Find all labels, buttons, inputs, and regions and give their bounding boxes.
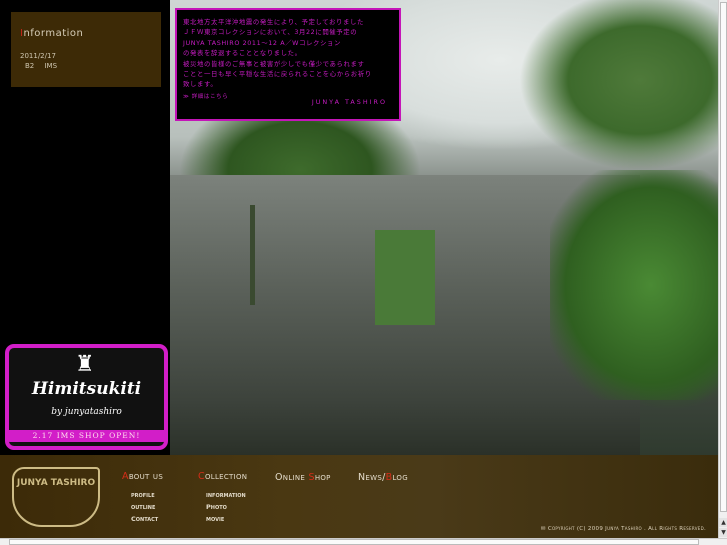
footer-nav: JUNYA TASHIRO About us profile outline C… — [0, 455, 718, 538]
nav-contact[interactable]: Contact — [131, 515, 158, 523]
tree-foliage — [550, 170, 718, 400]
ruin-pillar — [250, 205, 255, 305]
junya-tashiro-logo[interactable]: JUNYA TASHIRO — [12, 467, 100, 527]
nav-movie[interactable]: movie — [206, 515, 224, 523]
nav-initial: A — [122, 471, 129, 482]
details-link[interactable]: ≫ 詳細はこちら — [183, 92, 228, 102]
nav-label: log — [392, 472, 408, 483]
scroll-up-icon[interactable]: ▲ — [719, 518, 727, 527]
banner-byline: by junyatashiro — [51, 407, 122, 417]
nav-label: ollection — [204, 471, 248, 482]
banner-brand: Himitsukiti — [31, 379, 142, 399]
nav-label: News/ — [358, 472, 386, 483]
notice-line: ＪＦＷ東京コレクションにおいて、3月22に開催予定の — [183, 28, 358, 37]
mail-icon[interactable]: ✉ — [541, 526, 548, 532]
notice-signature: JUNYA TASHIRO — [311, 98, 387, 106]
information-title: Information — [20, 28, 84, 39]
nav-label: Online — [275, 472, 309, 483]
nav-label: bout us — [128, 471, 164, 482]
logo-text: JUNYA TASHIRO — [16, 478, 96, 488]
nav-online-shop[interactable]: Online Shop — [275, 472, 331, 483]
himitsukiti-banner[interactable]: ♜ Himitsukiti by junyatashiro 2.17 IMS S… — [5, 344, 168, 450]
nav-news-blog[interactable]: News/Blog — [358, 472, 408, 483]
scroll-thumb[interactable] — [9, 539, 699, 545]
nav-label: hop — [314, 472, 331, 483]
notice-line: 被災地の皆様のご無事と被害が少しでも僅少であられます — [183, 59, 365, 68]
scroll-down-icon[interactable]: ▼ — [719, 528, 727, 537]
nav-collection[interactable]: Collection — [198, 471, 247, 482]
copyright: ✉ Copyright (C) 2009 Junya Tashiro . All… — [541, 526, 706, 532]
nav-photo[interactable]: Photo — [206, 503, 227, 511]
nav-initial: C — [198, 471, 205, 482]
horizontal-scrollbar[interactable] — [0, 538, 727, 545]
notice-line: ことと一日も早く平穏な生活に戻られることを心からお祈り — [183, 70, 372, 79]
vertical-scrollbar[interactable]: ▲ ▼ — [718, 0, 727, 538]
crown-icon: ♜ — [75, 352, 95, 377]
banner-shop-open: 2.17 IMS SHOP OPEN! — [9, 430, 164, 442]
notice-line: JUNYA TASHIRO 2011～12 A／Wコレクション — [183, 38, 342, 47]
nav-profile[interactable]: profile — [131, 491, 155, 499]
copyright-text: Copyright (C) 2009 Junya Tashiro . All R… — [547, 526, 706, 532]
notice-line: 致します。 — [183, 80, 218, 89]
nav-information[interactable]: information — [206, 491, 246, 499]
information-entry[interactable]: B2 IMS — [25, 62, 57, 70]
ruin-window — [375, 230, 435, 325]
nav-outline[interactable]: outline — [131, 503, 155, 511]
notice-line: 東北地方太平洋沖地震の発生により、予定しておりました — [183, 18, 364, 26]
information-box: Information 2011/2/17 B2 IMS — [11, 12, 161, 87]
notice-line: の発表を辞退することとなりました。 — [183, 49, 302, 58]
scroll-thumb[interactable] — [720, 2, 727, 512]
nav-about-us[interactable]: About us — [122, 471, 163, 482]
information-date: 2011/2/17 — [20, 52, 56, 60]
earthquake-notice: 東北地方太平洋沖地震の発生により、予定しておりました ＪＦＷ東京コレクションにお… — [175, 8, 401, 121]
